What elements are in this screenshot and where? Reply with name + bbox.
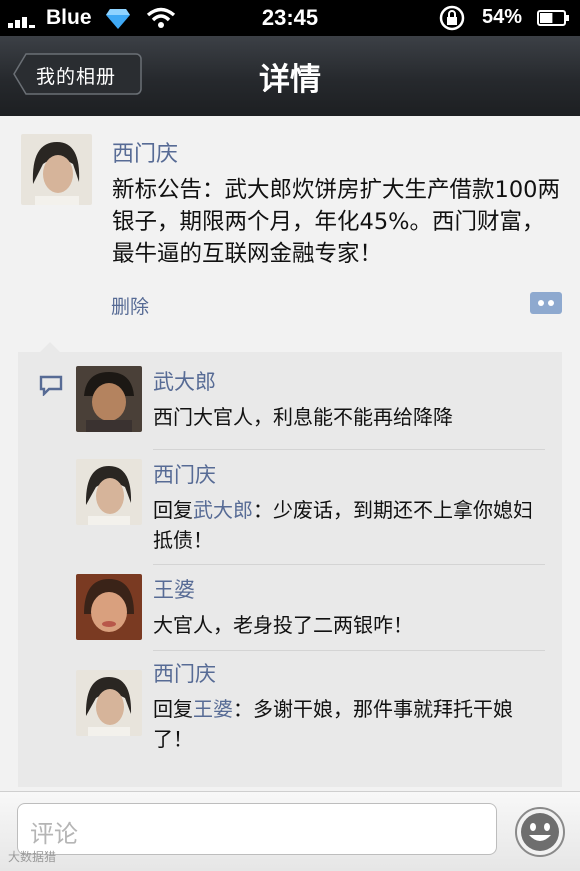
rotation-lock-icon <box>439 5 465 31</box>
avatar[interactable] <box>76 670 142 736</box>
reply-prefix: 回复 <box>153 697 193 721</box>
comment-author[interactable]: 武大郎 <box>153 366 216 396</box>
comment-bubble-icon <box>39 375 63 396</box>
comment-text: 西门大官人，利息能不能再给降降 <box>153 402 548 432</box>
page-title: 详情 <box>259 62 321 98</box>
comment-input[interactable]: 评论 <box>17 803 497 855</box>
moment-post: 西门庆 新标公告：武大郎炊饼房扩大生产借款100两银子，期限两个月，年化45%。… <box>0 116 580 791</box>
avatar[interactable] <box>76 574 142 640</box>
comment-text: 回复武大郎：少废话，到期还不上拿你媳妇抵债！ <box>153 495 548 555</box>
divider <box>153 650 545 651</box>
post-text: 新标公告：武大郎炊饼房扩大生产借款100两银子，期限两个月，年化45%。西门财富… <box>112 177 560 267</box>
reply-target[interactable]: 武大郎 <box>193 498 253 522</box>
emoji-icon[interactable] <box>514 806 566 858</box>
watermark: 大数据猎 <box>8 850 57 864</box>
reply-prefix: 回复 <box>153 498 193 522</box>
comment-text: 大官人，老身投了二两银咋！ <box>153 610 548 640</box>
divider <box>153 564 545 565</box>
comments-panel: 武大郎 西门大官人，利息能不能再给降降 西门庆 回复武大郎：少废话，到期还不上拿… <box>18 342 562 787</box>
battery-percent: 54% <box>482 6 523 28</box>
status-bar: Blue 23:45 54% <box>0 0 580 36</box>
nav-bar: 我的相册 详情 <box>0 36 580 117</box>
comment-body: 西门大官人，利息能不能再给降降 <box>153 405 453 429</box>
avatar[interactable] <box>76 459 142 525</box>
comment-input-placeholder: 评论 <box>30 820 78 848</box>
divider <box>153 449 545 450</box>
avatar[interactable] <box>21 134 92 205</box>
comment-body: 大官人，老身投了二两银咋！ <box>153 613 413 637</box>
reply-target[interactable]: 王婆 <box>193 697 233 721</box>
comment-author[interactable]: 西门庆 <box>153 459 216 489</box>
avatar[interactable] <box>76 366 142 432</box>
avatar-image <box>76 574 142 640</box>
avatar-image <box>76 366 142 432</box>
avatar-image <box>21 134 92 205</box>
comment-text: 回复王婆：多谢干娘，那件事就拜托干娘了！ <box>153 694 548 754</box>
battery-icon <box>537 10 569 26</box>
comment-author[interactable]: 西门庆 <box>153 658 216 688</box>
comment-author[interactable]: 王婆 <box>153 574 195 604</box>
delete-link[interactable]: 删除 <box>111 292 149 319</box>
comment-input-bar: 评论 大数据猎 <box>0 791 580 871</box>
more-icon[interactable] <box>530 292 562 314</box>
avatar-image <box>76 459 142 525</box>
avatar-image <box>76 670 142 736</box>
post-author[interactable]: 西门庆 <box>112 136 178 168</box>
